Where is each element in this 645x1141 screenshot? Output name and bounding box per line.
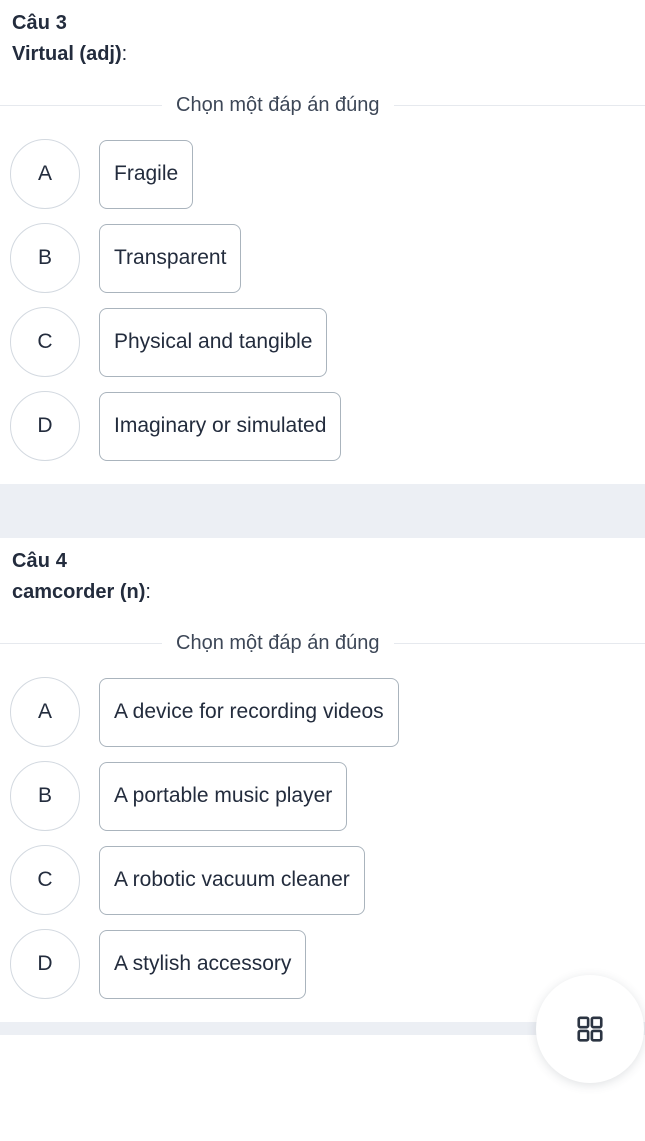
option-letter-3d[interactable]: D [10, 391, 80, 461]
option-text-3d[interactable]: Imaginary or simulated [99, 391, 342, 461]
option-text-4d[interactable]: A stylish accessory [99, 929, 307, 999]
option-text-4a[interactable]: A device for recording videos [99, 677, 399, 747]
question-number-3: Câu 3 [12, 12, 67, 34]
option-letter-3a[interactable]: A [10, 139, 80, 209]
option-letter-4d[interactable]: D [10, 929, 80, 999]
question-colon-4: : [145, 581, 151, 603]
option-text-4b[interactable]: A portable music player [99, 761, 348, 831]
choose-divider-4: Chọn một đáp án đúng [0, 630, 645, 656]
option-row-4c[interactable]: C A robotic vacuum cleaner [0, 838, 645, 922]
post-question-spacer-3 [0, 468, 645, 484]
question-prompt-4: camcorder (n): [12, 576, 633, 608]
divider-rule-right-4 [393, 642, 645, 644]
grid-2x2-icon [575, 1014, 605, 1044]
option-row-4b[interactable]: B A portable music player [0, 754, 645, 838]
question-colon-3: : [121, 43, 128, 65]
question-header-4: Câu 4 camcorder (n): [0, 538, 645, 608]
option-letter-3b[interactable]: B [10, 223, 80, 293]
option-letter-4c[interactable]: C [10, 845, 80, 915]
option-text-3c[interactable]: Physical and tangible [99, 307, 328, 377]
option-letter-4a[interactable]: A [10, 677, 80, 747]
option-text-3a[interactable]: Fragile [99, 139, 194, 209]
question-block-4: Câu 4 camcorder (n): Chọn một đáp án đún… [0, 538, 645, 1006]
question-term-3: Virtual (adj) [12, 43, 122, 65]
option-row-3a[interactable]: A Fragile [0, 132, 645, 216]
option-text-4c[interactable]: A robotic vacuum cleaner [99, 845, 365, 915]
divider-rule-left-3 [0, 104, 162, 106]
option-row-4a[interactable]: A A device for recording videos [0, 670, 645, 754]
question-grid-fab[interactable] [536, 975, 644, 1083]
question-block-3: Câu 3 Virtual (adj): Chọn một đáp án đún… [0, 0, 645, 468]
options-list-3: A Fragile B Transparent C Physical and t… [0, 118, 645, 468]
question-header-3: Câu 3 Virtual (adj): [0, 0, 645, 70]
divider-rule-right-3 [393, 104, 645, 106]
choose-divider-3: Chọn một đáp án đúng [0, 92, 645, 118]
choose-caption-4: Chọn một đáp án đúng [176, 632, 380, 654]
choose-caption-3: Chọn một đáp án đúng [176, 94, 380, 116]
question-number-4: Câu 4 [12, 550, 67, 572]
options-list-4: A A device for recording videos B A port… [0, 656, 645, 1006]
option-letter-3c[interactable]: C [10, 307, 80, 377]
divider-rule-left-4 [0, 642, 162, 644]
option-row-3c[interactable]: C Physical and tangible [0, 300, 645, 384]
option-text-3b[interactable]: Transparent [99, 223, 242, 293]
option-row-3d[interactable]: D Imaginary or simulated [0, 384, 645, 468]
option-letter-4b[interactable]: B [10, 761, 80, 831]
question-term-4: camcorder (n) [12, 581, 146, 603]
quiz-page: Câu 3 Virtual (adj): Chọn một đáp án đún… [0, 0, 645, 1141]
question-prompt-3: Virtual (adj): [12, 38, 633, 70]
option-row-3b[interactable]: B Transparent [0, 216, 645, 300]
question-separator-band [0, 484, 645, 538]
